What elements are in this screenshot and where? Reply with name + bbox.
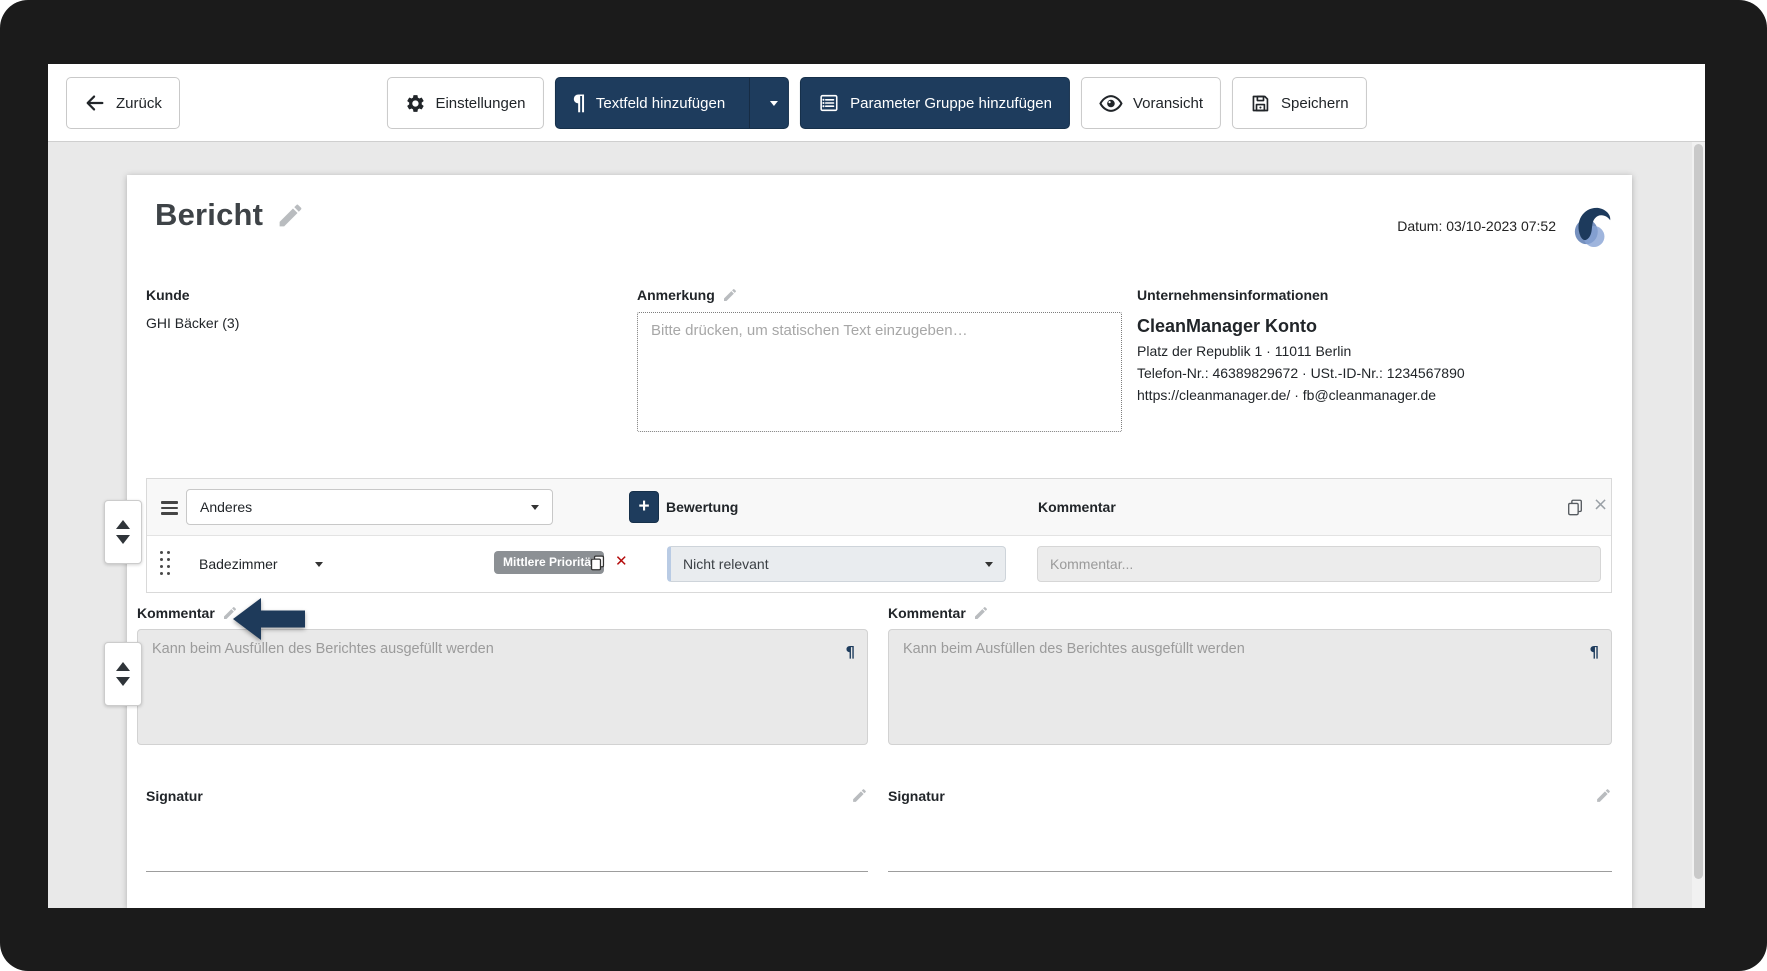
note-textarea[interactable] — [637, 312, 1122, 432]
company-info-label: Unternehmensinformationen — [1137, 287, 1329, 303]
gear-icon — [404, 93, 425, 114]
reorder-handle-group[interactable] — [104, 500, 142, 564]
caret-down-icon — [985, 561, 993, 567]
up-arrow-icon — [116, 662, 130, 671]
report-date: Datum: 03/10-2023 07:52 — [1397, 218, 1556, 234]
settings-label: Einstellungen — [435, 94, 526, 112]
signature-label: Signatur — [888, 787, 945, 804]
signature-label: Signatur — [146, 787, 203, 804]
comment-edit-pencil-icon[interactable] — [222, 605, 238, 621]
eye-icon — [1099, 94, 1123, 113]
remove-group-button[interactable]: × — [1593, 495, 1608, 515]
rating-column-header: Bewertung — [666, 499, 739, 515]
parameter-group: Anderes + Bewertung Kommentar × Badezimm… — [146, 478, 1612, 593]
save-button[interactable]: Speichern — [1232, 77, 1367, 129]
toolbar-center-group: Einstellungen ¶ Textfeld hinzufügen Para… — [386, 77, 1367, 129]
comment-section-right: Kommentar ¶ — [888, 605, 1612, 750]
report-card: Bericht Datum: 03/10-2023 07:52 Kunde GH… — [127, 175, 1632, 908]
add-parameter-group-label: Parameter Gruppe hinzufügen — [850, 94, 1052, 112]
back-arrow-icon — [84, 92, 106, 114]
add-textfield-button[interactable]: ¶ Textfeld hinzufügen — [554, 77, 790, 129]
preview-button[interactable]: Voransicht — [1080, 77, 1222, 129]
caret-down-icon — [531, 504, 539, 510]
company-name: CleanManager Konto — [1137, 316, 1318, 336]
back-button[interactable]: Zurück — [66, 77, 180, 129]
rating-select[interactable]: Nicht relevant — [667, 546, 1006, 582]
company-address: Platz der Republik 1 · 11011 Berlin — [1137, 343, 1352, 359]
company-phone-vat: Telefon-Nr.: 46389829672 · USt.-ID-Nr.: … — [1137, 365, 1465, 381]
add-textfield-dropdown-toggle[interactable] — [760, 78, 788, 128]
pilcrow-corner-icon[interactable]: ¶ — [845, 643, 855, 661]
parameter-group-header: Anderes + Bewertung Kommentar × — [147, 479, 1611, 536]
page-title-row: Bericht — [155, 197, 305, 233]
customer-value: GHI Bäcker (3) — [146, 315, 240, 331]
delete-parameter-button[interactable]: ✕ — [615, 552, 628, 570]
comment-section-left: Kommentar ¶ — [137, 605, 868, 750]
reorder-handle-comment[interactable] — [104, 642, 142, 706]
content-area: Bericht Datum: 03/10-2023 07:52 Kunde GH… — [48, 142, 1705, 908]
add-textfield-label: Textfeld hinzufügen — [595, 94, 726, 112]
rating-value: Nicht relevant — [683, 556, 769, 572]
comment-label: Kommentar — [888, 605, 966, 621]
group-type-select[interactable]: Anderes — [186, 489, 553, 525]
duplicate-parameter-button[interactable] — [589, 554, 606, 571]
company-logo — [1572, 203, 1614, 249]
page-title: Bericht — [155, 197, 264, 232]
comment-label: Kommentar — [137, 605, 215, 621]
row-drag-handle-icon[interactable] — [160, 551, 172, 577]
group-type-value: Anderes — [200, 499, 253, 515]
group-drag-handle-icon[interactable] — [161, 498, 178, 518]
parameter-value: Badezimmer — [199, 556, 278, 572]
screen-frame: Zurück Einstellungen ¶ Textfeld hinzufüg… — [0, 0, 1767, 971]
add-parameter-button[interactable]: + — [629, 491, 659, 523]
comment-textarea[interactable] — [888, 629, 1612, 745]
settings-button[interactable]: Einstellungen — [386, 77, 544, 129]
note-edit-pencil-icon[interactable] — [722, 287, 738, 303]
caret-down-icon — [770, 100, 779, 106]
signature-edit-pencil-icon[interactable] — [851, 787, 868, 804]
up-arrow-icon — [116, 520, 130, 529]
pilcrow-icon: ¶ — [572, 91, 586, 115]
signature-line — [146, 871, 868, 872]
save-icon — [1250, 93, 1271, 114]
note-section: Anmerkung — [637, 287, 1122, 437]
pilcrow-corner-icon[interactable]: ¶ — [1589, 643, 1599, 661]
save-label: Speichern — [1281, 94, 1349, 112]
back-label: Zurück — [116, 94, 162, 112]
signature-section-right: Signatur — [888, 787, 1612, 879]
down-arrow-icon — [116, 535, 130, 544]
signature-section-left: Signatur — [146, 787, 868, 879]
preview-label: Voransicht — [1132, 94, 1204, 112]
signature-edit-pencil-icon[interactable] — [1595, 787, 1612, 804]
report-header-right: Datum: 03/10-2023 07:52 — [1397, 203, 1614, 249]
app-window: Zurück Einstellungen ¶ Textfeld hinzufüg… — [48, 64, 1705, 908]
down-arrow-icon — [116, 677, 130, 686]
row-comment-input[interactable] — [1037, 546, 1601, 582]
title-edit-pencil-icon[interactable] — [276, 201, 305, 230]
comment-textarea[interactable] — [137, 629, 868, 745]
list-icon — [818, 92, 840, 114]
split-divider — [749, 78, 751, 128]
scrollbar-track — [1692, 142, 1705, 908]
scrollbar-thumb[interactable] — [1694, 144, 1703, 880]
signature-line — [888, 871, 1612, 872]
caret-down-icon — [315, 561, 323, 567]
duplicate-group-button[interactable] — [1566, 498, 1584, 516]
priority-badge: Mittlere Priorität — [494, 551, 605, 574]
comment-edit-pencil-icon[interactable] — [973, 605, 989, 621]
customer-section: Kunde GHI Bäcker (3) — [146, 287, 239, 331]
add-parameter-group-button[interactable]: Parameter Gruppe hinzufügen — [800, 77, 1070, 129]
company-web-email: https://cleanmanager.de/ · fb@cleanmanag… — [1137, 387, 1437, 403]
customer-label: Kunde — [146, 287, 190, 303]
parameter-row: Badezimmer Mittlere Priorität ✕ Nicht re… — [147, 536, 1611, 592]
comment-column-header: Kommentar — [1038, 499, 1116, 515]
note-label: Anmerkung — [637, 287, 715, 303]
toolbar: Zurück Einstellungen ¶ Textfeld hinzufüg… — [48, 64, 1705, 142]
parameter-select[interactable]: Badezimmer — [186, 546, 336, 582]
company-info-section: Unternehmensinformationen CleanManager K… — [1137, 287, 1617, 403]
